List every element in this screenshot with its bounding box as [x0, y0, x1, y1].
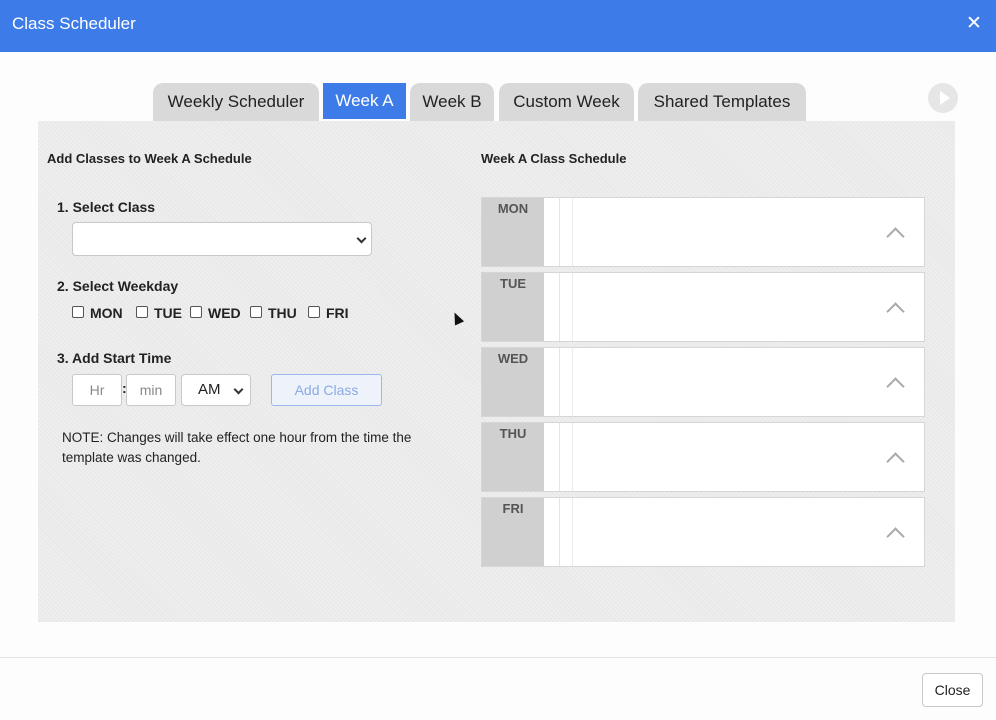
chevron-up-icon[interactable] [886, 302, 905, 321]
select-class-label: 1. Select Class [57, 199, 156, 215]
divider [559, 498, 560, 566]
add-classes-title: Add Classes to Week A Schedule [47, 151, 252, 166]
schedule-title: Week A Class Schedule [481, 151, 627, 166]
chevron-up-icon[interactable] [886, 227, 905, 246]
checkbox-box[interactable] [190, 306, 202, 318]
minute-input[interactable]: min [126, 374, 176, 406]
footer-divider [0, 657, 996, 658]
title-bar: Class Scheduler ✕ [0, 0, 996, 52]
weekday-label: FRI [326, 305, 349, 321]
day-label: FRI [482, 498, 544, 566]
checkbox-box[interactable] [72, 306, 84, 318]
divider [559, 423, 560, 491]
chevron-down-icon [233, 384, 244, 395]
close-icon[interactable]: ✕ [964, 11, 984, 35]
checkbox-box[interactable] [308, 306, 320, 318]
play-icon[interactable] [928, 83, 958, 113]
checkbox-box[interactable] [250, 306, 262, 318]
schedule-row-wed: WED [481, 347, 925, 417]
select-weekday-label: 2. Select Weekday [57, 278, 179, 294]
divider [559, 273, 560, 341]
start-time-label: 3. Add Start Time [57, 350, 172, 366]
tab-custom-week[interactable]: Custom Week [499, 83, 634, 121]
hour-input[interactable]: Hr [72, 374, 122, 406]
weekday-label: THU [268, 305, 297, 321]
day-label: TUE [482, 273, 544, 341]
window-title: Class Scheduler [12, 14, 136, 33]
add-class-button[interactable]: Add Class [271, 374, 382, 406]
tab-week-b[interactable]: Week B [410, 83, 494, 121]
divider [572, 348, 573, 416]
tab-bar: Weekly Scheduler Week A Week B Custom We… [0, 83, 996, 121]
ampm-value: AM [198, 381, 221, 398]
day-label: MON [482, 198, 544, 266]
tab-weekly-scheduler[interactable]: Weekly Scheduler [153, 83, 319, 121]
divider [572, 198, 573, 266]
divider [559, 198, 560, 266]
divider [572, 498, 573, 566]
divider [572, 273, 573, 341]
weekday-label: MON [90, 305, 123, 321]
schedule-row-mon: MON [481, 197, 925, 267]
schedule-row-fri: FRI [481, 497, 925, 567]
day-label: WED [482, 348, 544, 416]
chevron-up-icon[interactable] [886, 377, 905, 396]
close-button[interactable]: Close [922, 673, 983, 707]
divider [559, 348, 560, 416]
tab-shared-templates[interactable]: Shared Templates [638, 83, 806, 121]
weekday-label: WED [208, 305, 241, 321]
chevron-up-icon[interactable] [886, 527, 905, 546]
chevron-up-icon[interactable] [886, 452, 905, 471]
ampm-select[interactable]: AM [181, 374, 251, 406]
schedule-row-tue: TUE [481, 272, 925, 342]
tab-week-a[interactable]: Week A [323, 83, 406, 119]
checkbox-box[interactable] [136, 306, 148, 318]
class-select[interactable] [72, 222, 372, 256]
day-label: THU [482, 423, 544, 491]
chevron-down-icon [356, 233, 367, 244]
note-text: NOTE: Changes will take effect one hour … [62, 430, 412, 465]
divider [572, 423, 573, 491]
weekday-label: TUE [154, 305, 182, 321]
schedule-row-thu: THU [481, 422, 925, 492]
